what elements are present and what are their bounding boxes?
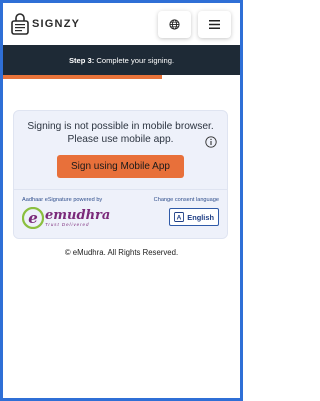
translate-icon: A	[174, 212, 185, 222]
message-line-2: Please use mobile app.	[67, 134, 174, 145]
svg-text:e: e	[28, 209, 38, 227]
consent-language-section: Change consent language A English	[154, 197, 219, 229]
logo-text: SIGNZY	[32, 18, 81, 30]
logo: SIGNZY	[11, 13, 80, 35]
language-label: English	[187, 212, 214, 222]
powered-by-label: Aadhaar eSignature powered by	[22, 197, 103, 203]
svg-text:A: A	[177, 215, 182, 222]
hamburger-menu-icon	[209, 19, 220, 29]
language-globe-button[interactable]	[158, 10, 191, 38]
language-select-button[interactable]: A English	[169, 208, 219, 226]
app-frame: SIGNZY Step 3: Complete your signing. Si…	[0, 0, 243, 401]
copyright-footer: © eMudhra. All Rights Reserved.	[64, 248, 179, 257]
menu-button[interactable]	[198, 10, 231, 38]
step-description: Complete your signing.	[96, 55, 175, 65]
step-prefix: Step 3:	[68, 55, 95, 65]
sign-using-mobile-app-button[interactable]: Sign using Mobile App	[57, 155, 184, 178]
signing-card: Signing is not possible in mobile browse…	[13, 110, 228, 239]
step-text: Step 3: Complete your signing.	[69, 56, 174, 65]
message-line-1: Signing is not possible in mobile browse…	[27, 121, 214, 132]
consent-language-label: Change consent language	[153, 197, 219, 203]
emudhra-name: emudhra	[45, 208, 111, 223]
header: SIGNZY	[3, 3, 240, 45]
powered-by-section: Aadhaar eSignature powered by e emudhra …	[22, 197, 110, 229]
info-icon[interactable]	[205, 136, 217, 148]
signzy-logo-icon	[11, 13, 29, 35]
emudhra-tagline: Trust Delivered	[45, 222, 90, 227]
emudhra-e-icon: e	[22, 207, 44, 229]
emudhra-logo: e emudhra Trust Delivered	[22, 207, 110, 229]
mobile-warning-message: Signing is not possible in mobile browse…	[22, 120, 219, 146]
globe-icon	[169, 18, 180, 30]
step-progress-bar	[3, 75, 162, 79]
step-banner: Step 3: Complete your signing.	[3, 45, 240, 79]
